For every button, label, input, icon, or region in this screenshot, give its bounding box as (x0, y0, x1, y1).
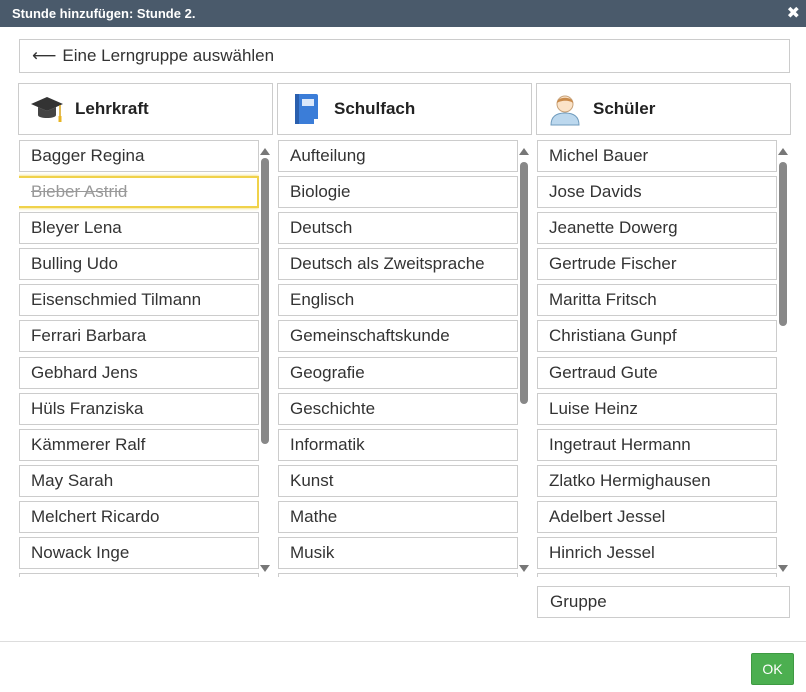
footer-divider (0, 641, 806, 642)
close-icon[interactable]: ✖ (787, 3, 800, 23)
student-item[interactable]: Gertraud Gute (537, 356, 777, 389)
student-item[interactable]: Ingetraut Hermann (537, 428, 777, 461)
column-header-teacher: Lehrkraft (18, 83, 273, 135)
teacher-item-partial[interactable] (19, 573, 259, 577)
subject-list: Aufteilung Biologie Deutsch Deutsch als Zwe… (278, 140, 518, 577)
column-header-subject: Schulfach (277, 83, 532, 135)
back-button-label: Eine Lerngruppe auswählen (62, 46, 275, 65)
teacher-item[interactable]: Kämmerer Ralf (19, 428, 259, 461)
student-item[interactable]: Hinrich Jessel (537, 537, 777, 570)
student-item[interactable]: Jeanette Dowerg (537, 212, 777, 245)
dialog-titlebar: Stunde hinzufügen: Stunde 2. ✖ (0, 0, 806, 27)
dialog-title: Stunde hinzufügen: Stunde 2. (12, 6, 196, 21)
student-item[interactable]: Christiana Gunpf (537, 320, 777, 353)
column-header-student: Schüler (536, 83, 791, 135)
student-item-partial[interactable] (537, 573, 777, 577)
person-icon (547, 91, 583, 127)
subject-scrollbar[interactable] (518, 144, 530, 576)
teacher-item[interactable]: May Sarah (19, 464, 259, 497)
subject-item[interactable]: Musik (278, 537, 518, 570)
subject-item[interactable]: Informatik (278, 428, 518, 461)
student-item[interactable]: Jose Davids (537, 176, 777, 209)
subject-item-partial[interactable] (278, 573, 518, 577)
student-item[interactable]: Luise Heinz (537, 392, 777, 425)
teacher-item[interactable]: Bulling Udo (19, 248, 259, 281)
teacher-item[interactable]: Ferrari Barbara (19, 320, 259, 353)
student-scrollbar[interactable] (777, 144, 789, 576)
subject-item[interactable]: Geografie (278, 356, 518, 389)
student-item[interactable]: Adelbert Jessel (537, 500, 777, 533)
scroll-thumb[interactable] (520, 162, 528, 404)
column-title: Schüler (593, 99, 656, 118)
arrow-left-icon: ⟵ (32, 46, 57, 65)
scroll-up-icon[interactable] (260, 148, 270, 155)
subject-item[interactable]: Englisch (278, 284, 518, 317)
student-item[interactable]: Maritta Fritsch (537, 284, 777, 317)
subject-item[interactable]: Gemeinschaftskunde (278, 320, 518, 353)
teacher-scrollbar[interactable] (259, 144, 271, 576)
student-item[interactable]: Zlatko Hermighausen (537, 464, 777, 497)
teacher-item[interactable]: Melchert Ricardo (19, 500, 259, 533)
scroll-thumb[interactable] (779, 162, 787, 326)
teacher-list: Bagger Regina Bieber Astrid Bleyer Lena Bul… (19, 140, 259, 577)
student-item[interactable]: Gertrude Fischer (537, 248, 777, 281)
back-button[interactable]: ⟵ Eine Lerngruppe auswählen (19, 39, 790, 73)
student-list: Michel Bauer Jose Davids Jeanette Dowerg Ge… (537, 140, 777, 577)
graduation-cap-icon (29, 91, 65, 127)
subject-item[interactable]: Geschichte (278, 392, 518, 425)
teacher-item[interactable]: Bieber Astrid (19, 176, 259, 209)
subject-item[interactable]: Aufteilung (278, 140, 518, 172)
column-title: Lehrkraft (75, 99, 149, 118)
scroll-thumb[interactable] (261, 158, 269, 444)
book-icon (288, 91, 324, 127)
ok-button[interactable]: OK (751, 653, 794, 685)
scroll-down-icon[interactable] (519, 565, 529, 572)
teacher-item[interactable]: Eisenschmied Tilmann (19, 284, 259, 317)
group-button[interactable]: Gruppe (537, 586, 790, 618)
subject-item[interactable]: Biologie (278, 176, 518, 209)
subject-item[interactable]: Deutsch (278, 212, 518, 245)
teacher-item[interactable]: Bagger Regina (19, 140, 259, 172)
subject-item[interactable]: Deutsch als Zweitsprache (278, 248, 518, 281)
teacher-item[interactable]: Hüls Franziska (19, 392, 259, 425)
column-title: Schulfach (334, 99, 416, 118)
teacher-item[interactable]: Nowack Inge (19, 537, 259, 570)
scroll-down-icon[interactable] (260, 565, 270, 572)
subject-item[interactable]: Kunst (278, 464, 518, 497)
scroll-down-icon[interactable] (778, 565, 788, 572)
student-item[interactable]: Michel Bauer (537, 140, 777, 172)
teacher-item[interactable]: Bleyer Lena (19, 212, 259, 245)
scroll-up-icon[interactable] (778, 148, 788, 155)
subject-item[interactable]: Mathe (278, 500, 518, 533)
scroll-up-icon[interactable] (519, 148, 529, 155)
teacher-item[interactable]: Gebhard Jens (19, 356, 259, 389)
